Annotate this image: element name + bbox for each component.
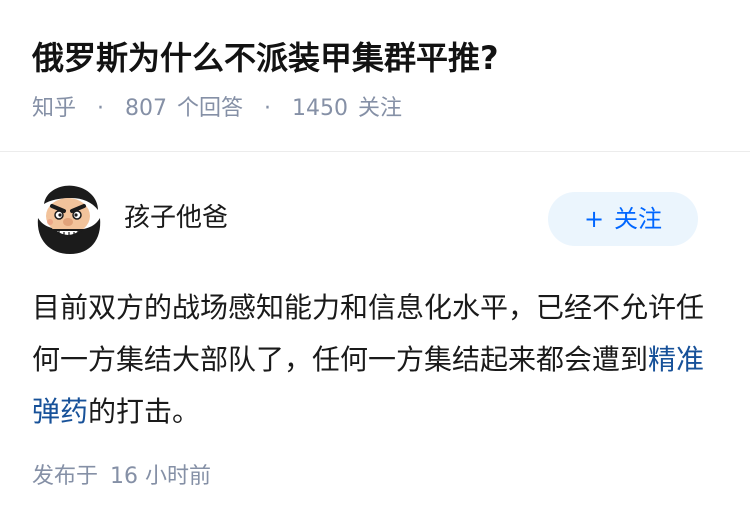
follower-count: 1450 (292, 96, 349, 121)
answer-text: 目前双方的战场感知能力和信息化水平，已经不允许任何一方集结大部队了，任何一方集结… (32, 291, 705, 376)
follower-count-label: 关注 (358, 96, 403, 121)
follow-button-label: 关注 (614, 205, 663, 233)
follow-button[interactable]: + 关注 (548, 192, 698, 246)
answer-body: 目前双方的战场感知能力和信息化水平，已经不允许任何一方集结大部队了，任何一方集结… (32, 282, 718, 438)
question-header: 俄罗斯为什么不派装甲集群平推? 知乎 · 807 个回答 · 1450 关注 (0, 0, 750, 152)
published-time: 16 小时前 (110, 464, 212, 489)
answer-count-label: 个回答 (177, 96, 244, 121)
question-meta: 知乎 · 807 个回答 · 1450 关注 (32, 94, 402, 124)
answer-publish-time: 发布于 16 小时前 (32, 462, 211, 492)
published-label: 发布于 (32, 464, 99, 489)
meta-separator: · (264, 96, 272, 121)
avatar[interactable] (32, 184, 104, 256)
answer-text-tail: 的打击。 (88, 395, 201, 428)
author-name[interactable]: 孩子他爸 (124, 200, 228, 236)
answer-count: 807 (125, 96, 168, 121)
question-title[interactable]: 俄罗斯为什么不派装甲集群平推? (32, 36, 499, 80)
plus-icon: + (583, 205, 605, 233)
meta-separator: · (97, 96, 105, 121)
author-row: 孩子他爸 + 关注 (32, 184, 718, 256)
source-label[interactable]: 知乎 (32, 96, 76, 121)
